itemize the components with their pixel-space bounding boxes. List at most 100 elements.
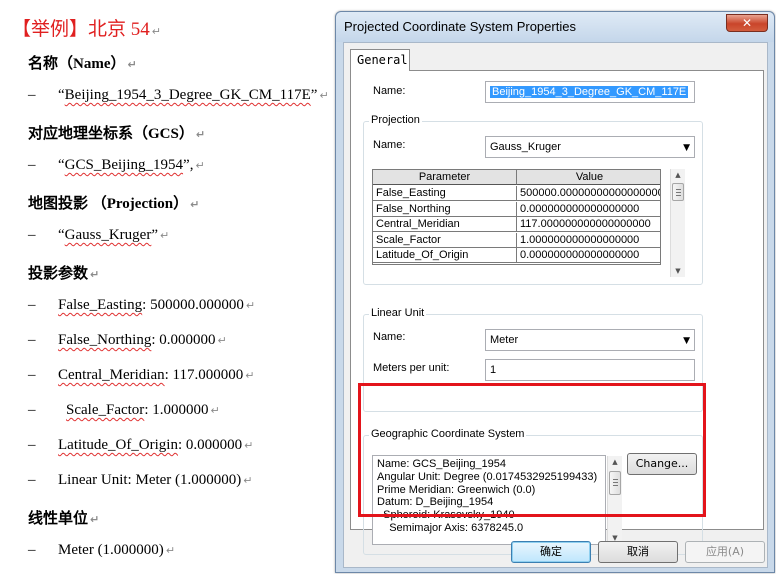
meters-per-unit-input[interactable]: 1: [485, 359, 695, 381]
doc-line-text: False_Easting: 500000.000000: [58, 297, 244, 313]
paragraph-mark-icon: ↵: [195, 128, 206, 141]
doc-line-text: 对应地理坐标系（GCS）: [28, 126, 194, 142]
paragraph-mark-icon: ↵: [210, 404, 220, 417]
doc-line-text: “GCS_Beijing_1954”,: [58, 157, 194, 173]
parameter-name-cell[interactable]: Central_Meridian: [373, 217, 517, 232]
bullet-dash: –: [28, 542, 36, 558]
parameter-table-scrollbar[interactable]: ▲ ▼: [670, 169, 685, 277]
close-button[interactable]: ✕: [726, 14, 768, 32]
paragraph-mark-icon: ↵: [245, 299, 256, 312]
dialog-titlebar: Projected Coordinate System Properties ✕: [336, 12, 774, 42]
doc-list-item: – Central_Meridian: 117.000000 ↵: [28, 367, 254, 384]
parameter-column-header[interactable]: Parameter: [373, 170, 517, 185]
scroll-down-icon[interactable]: ▼: [671, 265, 685, 277]
name-input[interactable]: Beijing_1954_3_Degree_GK_CM_117E: [485, 81, 695, 103]
doc-list-item: – False_Easting: 500000.000000 ↵: [28, 297, 255, 314]
linear-unit-name-label: Name:: [373, 331, 406, 343]
table-row[interactable]: Latitude_Of_Origin 0.000000000000000000: [373, 248, 660, 263]
highlight-box: [358, 383, 706, 517]
ok-button[interactable]: 确定: [511, 541, 591, 563]
projection-name-dropdown[interactable]: Gauss_Kruger ▼: [485, 136, 695, 158]
parameter-name-cell[interactable]: False_Northing: [373, 201, 517, 217]
parameter-table[interactable]: Parameter Value False_Easting 500000.0000…: [372, 169, 661, 265]
parameter-name-cell[interactable]: False_Easting: [373, 186, 517, 201]
table-row[interactable]: False_Northing 0.000000000000000000: [373, 201, 660, 217]
projection-group: Projection Name: Gauss_Kruger ▼ Paramete…: [363, 114, 703, 285]
paragraph-mark-icon: ↵: [165, 544, 176, 557]
table-row[interactable]: False_Easting 500000.00000000000000000: [373, 186, 660, 201]
chevron-down-icon: ▼: [683, 143, 690, 153]
doc-heading: 名称（Name） ↵: [28, 52, 137, 73]
doc-line-text: Central_Meridian: 117.000000: [58, 367, 244, 383]
table-row[interactable]: Central_Meridian 117.000000000000000000: [373, 217, 660, 232]
doc-heading: 地图投影 （Projection） ↵: [28, 192, 199, 213]
parameter-value-cell[interactable]: 117.000000000000000000: [517, 217, 660, 232]
parameter-value-cell[interactable]: 0.000000000000000000: [517, 248, 660, 263]
parameter-value-cell[interactable]: 0.000000000000000000: [517, 202, 660, 217]
doc-list-item: – “Gauss_Kruger” ↵: [28, 227, 169, 244]
name-input-value: Beijing_1954_3_Degree_GK_CM_117E: [490, 86, 689, 98]
doc-line-text: “Gauss_Kruger”: [58, 227, 158, 243]
paragraph-mark-icon: ↵: [319, 89, 329, 102]
doc-list-item: – “Beijing_1954_3_Degree_GK_CM_117E” ↵: [28, 87, 329, 104]
gcs-detail-line: Semimajor Axis: 6378245.0: [377, 522, 524, 534]
value-column-header[interactable]: Value: [517, 170, 660, 185]
bullet-dash: –: [28, 437, 36, 453]
doc-line-text: “Beijing_1954_3_Degree_GK_CM_117E”: [58, 87, 318, 103]
scroll-thumb[interactable]: [672, 183, 684, 201]
bullet-dash: –: [28, 227, 36, 243]
projection-name-label: Name:: [373, 139, 406, 151]
paragraph-mark-icon: ↵: [190, 198, 200, 211]
linear-unit-dropdown[interactable]: Meter ▼: [485, 329, 695, 351]
doc-line-text: False_Northing: 0.000000: [58, 332, 216, 348]
doc-line-text: Meter (1.000000): [58, 542, 164, 558]
bullet-dash: –: [28, 367, 36, 383]
doc-list-item: – Meter (1.000000) ↵: [28, 542, 175, 559]
cancel-button[interactable]: 取消: [598, 541, 678, 563]
doc-title: 【举例】北京 54 ↵: [12, 19, 161, 40]
doc-line-text: 线性单位: [28, 511, 89, 527]
bullet-dash: –: [28, 87, 36, 103]
doc-line-text: 地图投影 （Projection）: [28, 196, 189, 212]
projection-name-value: Gauss_Kruger: [490, 141, 561, 153]
tab-general[interactable]: General: [350, 49, 410, 71]
parameter-value-cell[interactable]: 1.000000000000000000: [517, 233, 660, 248]
bullet-dash: –: [28, 157, 36, 173]
bullet-dash: –: [28, 472, 36, 488]
projection-group-title: Projection: [369, 114, 422, 126]
scroll-up-icon[interactable]: ▲: [671, 169, 685, 181]
bullet-dash: –: [28, 332, 36, 348]
doc-line-text: 投影参数: [28, 266, 89, 282]
paragraph-mark-icon: ↵: [195, 159, 205, 172]
dialog-title: Projected Coordinate System Properties: [344, 19, 576, 34]
paragraph-mark-icon: ↵: [160, 229, 170, 242]
bullet-dash: –: [28, 297, 36, 313]
document-panel: 【举例】北京 54 ↵ 名称（Name） ↵ – “Beijing_1954_3_Deg…: [0, 0, 340, 574]
paragraph-mark-icon: ↵: [90, 268, 100, 281]
doc-line-text: Scale_Factor: 1.000000: [66, 402, 209, 418]
table-row[interactable]: Scale_Factor 1.000000000000000000: [373, 232, 660, 248]
paragraph-mark-icon: ↵: [217, 334, 227, 347]
linear-unit-value: Meter: [490, 334, 519, 346]
name-label: Name:: [373, 85, 406, 97]
doc-line-text: 名称（Name）: [28, 56, 126, 72]
paragraph-mark-icon: ↵: [245, 369, 255, 382]
doc-line-text: Latitude_Of_Origin: 0.000000: [58, 437, 243, 453]
parameter-value-cell[interactable]: 500000.00000000000000000: [517, 186, 660, 201]
doc-list-item: – Latitude_Of_Origin: 0.000000 ↵: [28, 437, 253, 454]
paragraph-mark-icon: ↵: [243, 474, 253, 487]
parameter-name-cell[interactable]: Latitude_Of_Origin: [373, 248, 517, 263]
apply-button[interactable]: 应用(A): [685, 541, 765, 563]
doc-line-text: Linear Unit: Meter (1.000000): [58, 472, 242, 488]
parameter-table-header: Parameter Value: [373, 170, 660, 185]
doc-list-item: – Linear Unit: Meter (1.000000) ↵: [28, 472, 253, 489]
paragraph-mark-icon: ↵: [90, 513, 100, 526]
doc-list-item: – False_Northing: 0.000000 ↵: [28, 332, 227, 349]
doc-heading: 对应地理坐标系（GCS） ↵: [28, 122, 205, 143]
paragraph-mark-icon: ↵: [244, 439, 254, 452]
meters-per-unit-label: Meters per unit:: [373, 362, 450, 374]
doc-heading: 线性单位 ↵: [28, 507, 99, 528]
parameter-name-cell[interactable]: Scale_Factor: [373, 232, 517, 248]
doc-list-item: – Scale_Factor: 1.000000 ↵: [28, 402, 220, 419]
paragraph-mark-icon: ↵: [127, 58, 137, 71]
